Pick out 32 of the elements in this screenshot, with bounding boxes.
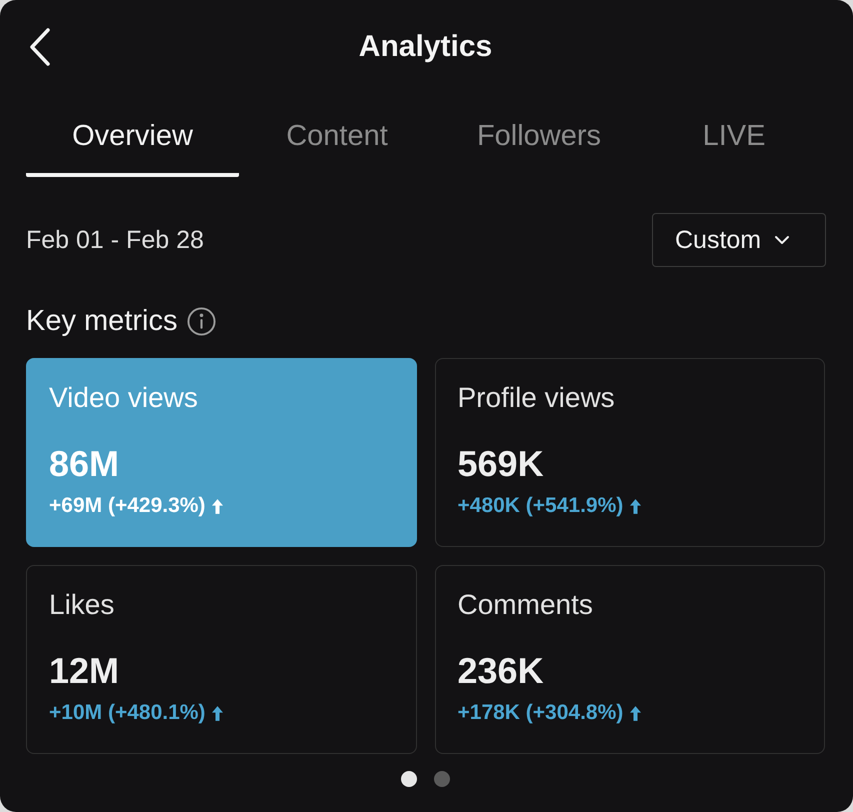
- metric-label: Video views: [49, 382, 198, 414]
- metric-card[interactable]: Profile views 569K +480K (+541.9%): [434, 358, 825, 547]
- tab[interactable]: Followers: [435, 94, 643, 177]
- info-icon[interactable]: [187, 306, 216, 336]
- up-arrow-icon: [212, 706, 224, 720]
- up-arrow-icon: [630, 498, 642, 514]
- metric-label: Comments: [458, 589, 593, 621]
- metric-change: +480K (+541.9%): [458, 493, 624, 519]
- back-icon[interactable]: [29, 28, 51, 66]
- tab[interactable]: LIVE: [643, 94, 825, 177]
- metric-change: +10M (+480.1%): [49, 700, 206, 726]
- metric-value: 86M: [49, 444, 120, 484]
- metric-change: +69M (+429.3%): [49, 493, 206, 519]
- metric-label: Likes: [49, 589, 114, 621]
- date-range-dropdown[interactable]: Custom: [652, 213, 826, 267]
- metric-card[interactable]: Comments 236K +178K (+304.8%): [434, 565, 825, 754]
- up-arrow-icon: [212, 498, 224, 514]
- metric-label: Profile views: [458, 382, 615, 414]
- metric-value: 12M: [49, 651, 120, 691]
- caret-icon: [774, 235, 790, 245]
- page-dot-icon[interactable]: [401, 771, 417, 787]
- section-title: Key metrics: [26, 304, 178, 338]
- metric-change: +178K (+304.8%): [458, 700, 624, 726]
- metric-card[interactable]: Likes 12M +10M (+480.1%): [26, 565, 416, 754]
- page-dot-icon[interactable]: [434, 771, 450, 787]
- tab[interactable]: Content: [239, 94, 435, 177]
- tab[interactable]: Overview: [26, 94, 239, 177]
- up-arrow-icon: [630, 706, 642, 720]
- metric-value: 236K: [458, 651, 544, 691]
- metric-value: 569K: [458, 444, 544, 484]
- date-range: Feb 01 - Feb 28: [26, 225, 204, 255]
- page-title: Analytics: [358, 29, 492, 65]
